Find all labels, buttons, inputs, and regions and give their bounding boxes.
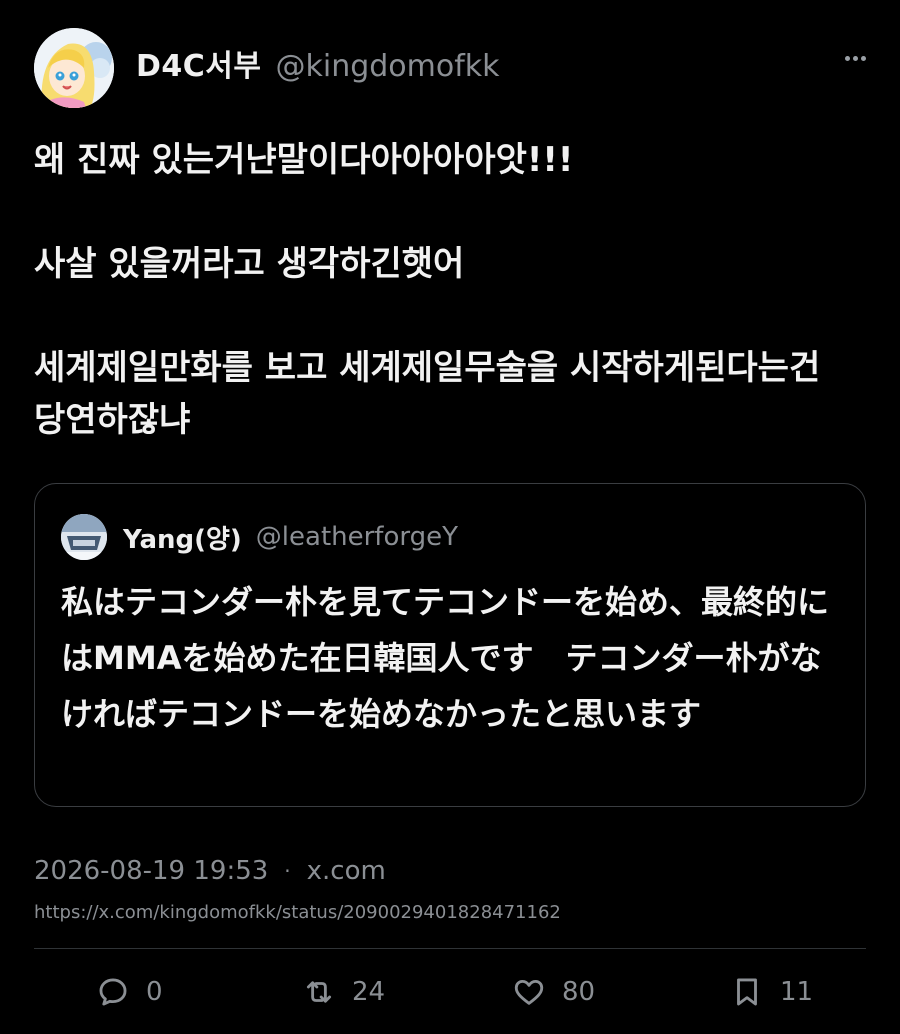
tweet-card: D4C서부 @kingdomofkk 왜 진짜 있는거냔말이다아아아아앗!!! …	[0, 0, 900, 1034]
quote-avatar	[61, 514, 107, 560]
repost-button[interactable]: 24	[302, 964, 385, 1020]
quote-header: Yang(양) @leatherforgeY	[61, 514, 458, 560]
bookmark-count: 11	[780, 977, 814, 1007]
author-handle[interactable]: @kingdomofkk	[276, 49, 500, 84]
author-avatar-image	[34, 28, 114, 108]
more-dot	[844, 55, 850, 61]
tweet-text: 왜 진짜 있는거냔말이다아아아아앗!!! 사살 있을꺼라고 생각하긴햇어 세계제…	[34, 134, 864, 446]
bookmark-icon	[737, 978, 757, 1006]
quote-avatar-image	[61, 514, 107, 560]
tweet-paragraph: 사살 있을꺼라고 생각하긴햇어	[34, 244, 465, 284]
tweet-source: x.com	[306, 856, 386, 886]
action-bar: 0 24 80 11	[0, 964, 900, 1020]
author-names: D4C서부 @kingdomofkk	[136, 41, 500, 85]
tweet-url[interactable]: https://x.com/kingdomofkk/status/2090029…	[34, 902, 561, 923]
quote-tweet[interactable]: Yang(양) @leatherforgeY 私はテコンダー朴を見てテコンドーを…	[34, 483, 866, 807]
reply-count: 0	[146, 977, 163, 1007]
like-icon	[514, 979, 544, 1005]
like-button[interactable]: 80	[512, 964, 595, 1020]
tweet-datetime[interactable]: 2026-08-19 19:53	[34, 856, 268, 886]
author-display-name[interactable]: D4C서부	[136, 41, 262, 85]
author-avatar[interactable]	[34, 28, 114, 108]
quote-text: 私はテコンダー朴を見てテコンドーを始め、最終的にはMMAを始めた在日韓国人です …	[61, 583, 830, 733]
divider	[34, 948, 866, 949]
quote-handle: @leatherforgeY	[255, 522, 458, 552]
tweet-paragraph: 세계제일만화를 보고 세계제일무술을 시작하게된다는건 당연하잖냐	[34, 348, 821, 440]
more-icon[interactable]	[840, 48, 870, 68]
quote-display-name: Yang(양)	[123, 524, 242, 555]
like-count: 80	[562, 977, 596, 1007]
meta-separator: ·	[284, 859, 291, 883]
reply-icon	[99, 978, 127, 1006]
repost-count: 24	[352, 977, 386, 1007]
tweet-paragraph: 왜 진짜 있는거냔말이다아아아아앗!!!	[34, 140, 574, 180]
repost-icon	[306, 981, 332, 1003]
tweet-header: D4C서부 @kingdomofkk	[34, 26, 870, 110]
more-dot	[852, 55, 858, 61]
bookmark-button[interactable]: 11	[730, 964, 813, 1020]
more-dot	[860, 55, 866, 61]
tweet-meta: 2026-08-19 19:53 · x.com	[34, 856, 386, 886]
reply-button[interactable]: 0	[96, 964, 163, 1020]
